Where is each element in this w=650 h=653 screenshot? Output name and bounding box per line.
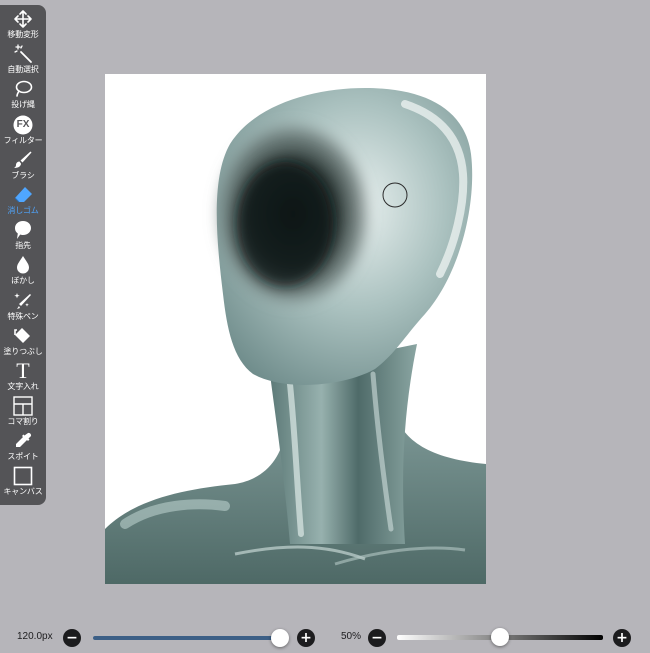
tool-label: キャンバス (3, 487, 43, 497)
tool-label: 文字入れ (7, 381, 39, 391)
fill-bucket-icon (13, 326, 33, 346)
tool-brush[interactable]: ブラシ (0, 150, 46, 185)
magic-wand-icon (13, 44, 33, 64)
plus-icon: + (616, 630, 628, 646)
tool-eyedropper[interactable]: スポイト (0, 431, 46, 466)
tool-fill[interactable]: 塗りつぶし (0, 326, 46, 361)
tool-label: 移動変形 (7, 30, 39, 39)
text-icon-glyph: T (16, 357, 30, 383)
tool-move[interactable]: 移動変形 (0, 9, 46, 44)
tool-text[interactable]: T 文字入れ (0, 357, 46, 396)
plus-icon: + (300, 630, 312, 646)
brush-size-slider-fill (93, 636, 281, 640)
tool-special-pen[interactable]: 特殊ペン (0, 291, 46, 326)
artwork-alien-figure (105, 88, 486, 584)
smudge-icon (13, 220, 33, 240)
brush-size-readout: 120.0px (17, 631, 53, 642)
tool-filter[interactable]: FX フィルター (0, 115, 46, 150)
tool-magic-wand[interactable]: 自動選択 (0, 44, 46, 79)
opacity-decrease-button[interactable]: − (368, 629, 386, 647)
brush-size-slider[interactable] (93, 629, 290, 647)
tool-label: 塗りつぶし (3, 346, 43, 356)
tool-smudge[interactable]: 指先 (0, 220, 46, 255)
tool-label: 指先 (15, 241, 31, 251)
minus-icon: − (66, 630, 78, 646)
tool-label: 消しゴム (7, 205, 39, 215)
tool-label: スポイト (7, 452, 39, 462)
brush-size-decrease-button[interactable]: − (63, 629, 81, 647)
opacity-increase-button[interactable]: + (613, 629, 631, 647)
drawing-canvas[interactable] (105, 74, 486, 584)
opacity-readout: 50% (341, 631, 362, 642)
opacity-slider[interactable] (397, 628, 603, 646)
opacity-slider-thumb[interactable] (491, 628, 509, 646)
sparkle-pen-icon (13, 291, 33, 311)
brush-size-slider-thumb[interactable] (271, 629, 290, 647)
tool-lasso[interactable]: 投げ縄 (0, 79, 46, 114)
minus-icon: − (371, 630, 383, 646)
brush-icon (13, 150, 33, 170)
fx-icon: FX (13, 115, 33, 135)
fx-icon-text: FX (16, 119, 30, 131)
tool-label: ブラシ (11, 170, 35, 180)
tool-blur[interactable]: ぼかし (0, 255, 46, 290)
eraser-icon (13, 185, 33, 205)
text-icon: T (13, 357, 33, 383)
lasso-icon (13, 79, 33, 99)
tool-palette: 移動変形自動選択投げ縄 FX フィルターブラシ消しゴム指先ぼかし特殊ペン塗りつぶし T… (0, 5, 46, 505)
tool-canvas[interactable]: キャンバス (0, 466, 46, 501)
frame-divider-icon (13, 396, 33, 416)
brush-size-increase-button[interactable]: + (297, 629, 315, 647)
blur-drop-icon (13, 255, 33, 275)
tool-frame[interactable]: コマ割り (0, 396, 46, 431)
tool-label: 特殊ペン (7, 311, 39, 321)
eyedropper-icon (13, 431, 33, 451)
tool-label: 自動選択 (7, 65, 39, 75)
move-arrows-icon (13, 9, 33, 29)
canvas-icon (13, 466, 33, 486)
tool-label: 投げ縄 (11, 100, 35, 110)
tool-eraser[interactable]: 消しゴム (0, 185, 46, 220)
tool-label: コマ割り (7, 417, 39, 427)
tool-label: ぼかし (11, 276, 35, 286)
tool-label: フィルター (3, 135, 43, 145)
